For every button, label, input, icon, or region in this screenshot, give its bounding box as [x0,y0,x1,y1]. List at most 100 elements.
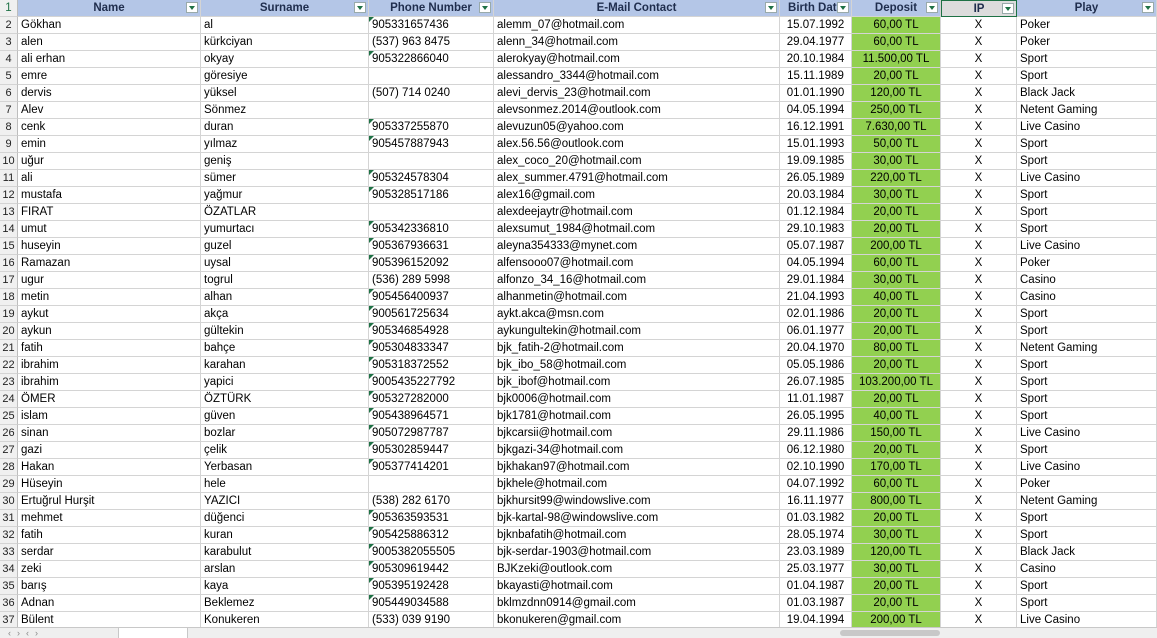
cell-phone[interactable]: 905363593531 [369,510,494,527]
cell-ip[interactable]: X [941,323,1017,340]
cell-play[interactable]: Sport [1017,527,1157,544]
cell-email[interactable]: bjkhursit99@windowslive.com [494,493,780,510]
row-number[interactable]: 4 [0,51,18,68]
cell-ip[interactable]: X [941,527,1017,544]
cell-phone[interactable]: 905072987787 [369,425,494,442]
cell-birth-date[interactable]: 04.05.1994 [780,102,852,119]
cell-ip[interactable]: X [941,306,1017,323]
cell-play[interactable]: Sport [1017,51,1157,68]
row-number[interactable]: 35 [0,578,18,595]
cell-phone[interactable]: 905449034588 [369,595,494,612]
cell-surname[interactable]: YAZICI [201,493,369,510]
cell-surname[interactable]: yumurtacı [201,221,369,238]
filter-dropdown-icon[interactable] [765,2,777,13]
cell-email[interactable]: bjk0006@hotmail.com [494,391,780,408]
cell-name[interactable]: Ramazan [18,255,201,272]
cell-deposit[interactable]: 20,00 TL [852,204,941,221]
row-number[interactable]: 24 [0,391,18,408]
cell-ip[interactable]: X [941,34,1017,51]
cell-ip[interactable]: X [941,408,1017,425]
cell-email[interactable]: alenn_34@hotmail.com [494,34,780,51]
cell-ip[interactable]: X [941,578,1017,595]
cell-surname[interactable]: togrul [201,272,369,289]
cell-name[interactable]: gazi [18,442,201,459]
cell-email[interactable]: bjkhele@hotmail.com [494,476,780,493]
cell-name[interactable]: ali erhan [18,51,201,68]
cell-birth-date[interactable]: 01.01.1990 [780,85,852,102]
cell-deposit[interactable]: 20,00 TL [852,510,941,527]
cell-email[interactable]: bjk-serdar-1903@hotmail.com [494,544,780,561]
cell-birth-date[interactable]: 15.11.1989 [780,68,852,85]
cell-name[interactable]: metin [18,289,201,306]
cell-deposit[interactable]: 80,00 TL [852,340,941,357]
filter-dropdown-icon[interactable] [479,2,491,13]
cell-email[interactable]: alex16@gmail.com [494,187,780,204]
filter-dropdown-icon[interactable] [354,2,366,13]
cell-play[interactable]: Sport [1017,306,1157,323]
row-number[interactable]: 23 [0,374,18,391]
cell-birth-date[interactable]: 04.05.1994 [780,255,852,272]
cell-play[interactable]: Sport [1017,136,1157,153]
cell-ip[interactable]: X [941,204,1017,221]
row-number[interactable]: 17 [0,272,18,289]
cell-play[interactable]: Sport [1017,510,1157,527]
cell-name[interactable]: fatih [18,527,201,544]
cell-phone[interactable]: 905302859447 [369,442,494,459]
cell-birth-date[interactable]: 02.10.1990 [780,459,852,476]
cell-play[interactable]: Sport [1017,153,1157,170]
cell-email[interactable]: alerokyay@hotmail.com [494,51,780,68]
cell-deposit[interactable]: 30,00 TL [852,272,941,289]
cell-play[interactable]: Live Casino [1017,425,1157,442]
cell-surname[interactable]: karabulut [201,544,369,561]
cell-surname[interactable]: bahçe [201,340,369,357]
cell-deposit[interactable]: 40,00 TL [852,408,941,425]
cell-name[interactable]: fatih [18,340,201,357]
row-number[interactable]: 16 [0,255,18,272]
cell-surname[interactable]: akça [201,306,369,323]
cell-birth-date[interactable]: 02.01.1986 [780,306,852,323]
row-number[interactable]: 30 [0,493,18,510]
cell-phone[interactable]: 905456400937 [369,289,494,306]
column-header-play[interactable]: Play [1017,0,1157,17]
row-number[interactable]: 29 [0,476,18,493]
cell-deposit[interactable]: 250,00 TL [852,102,941,119]
cell-birth-date[interactable]: 16.11.1977 [780,493,852,510]
cell-surname[interactable]: al [201,17,369,34]
cell-surname[interactable]: yapici [201,374,369,391]
cell-birth-date[interactable]: 01.12.1984 [780,204,852,221]
cell-email[interactable]: bkayasti@hotmail.com [494,578,780,595]
row-number[interactable]: 7 [0,102,18,119]
cell-play[interactable]: Poker [1017,34,1157,51]
cell-ip[interactable]: X [941,544,1017,561]
cell-birth-date[interactable]: 23.03.1989 [780,544,852,561]
row-number[interactable]: 32 [0,527,18,544]
cell-play[interactable]: Live Casino [1017,170,1157,187]
cell-birth-date[interactable]: 06.01.1977 [780,323,852,340]
cell-birth-date[interactable]: 26.07.1985 [780,374,852,391]
cell-email[interactable]: alex_summer.4791@hotmail.com [494,170,780,187]
cell-name[interactable]: ibrahim [18,374,201,391]
cell-play[interactable]: Sport [1017,323,1157,340]
cell-email[interactable]: bjk-kartal-98@windowslive.com [494,510,780,527]
cell-name[interactable]: sinan [18,425,201,442]
cell-birth-date[interactable]: 20.03.1984 [780,187,852,204]
cell-name[interactable]: serdar [18,544,201,561]
cell-name[interactable]: barış [18,578,201,595]
row-number[interactable]: 20 [0,323,18,340]
cell-play[interactable]: Netent Gaming [1017,493,1157,510]
cell-phone[interactable]: 905395192428 [369,578,494,595]
cell-email[interactable]: alevi_dervis_23@hotmail.com [494,85,780,102]
cell-birth-date[interactable]: 20.04.1970 [780,340,852,357]
cell-ip[interactable]: X [941,85,1017,102]
cell-deposit[interactable]: 20,00 TL [852,595,941,612]
cell-email[interactable]: bjkgazi-34@hotmail.com [494,442,780,459]
cell-surname[interactable]: sümer [201,170,369,187]
cell-deposit[interactable]: 200,00 TL [852,238,941,255]
cell-birth-date[interactable]: 01.03.1987 [780,595,852,612]
cell-surname[interactable]: Sönmez [201,102,369,119]
cell-deposit[interactable]: 30,00 TL [852,153,941,170]
cell-email[interactable]: alemm_07@hotmail.com [494,17,780,34]
cell-birth-date[interactable]: 15.07.1992 [780,17,852,34]
row-number[interactable]: 27 [0,442,18,459]
cell-phone[interactable]: 905324578304 [369,170,494,187]
